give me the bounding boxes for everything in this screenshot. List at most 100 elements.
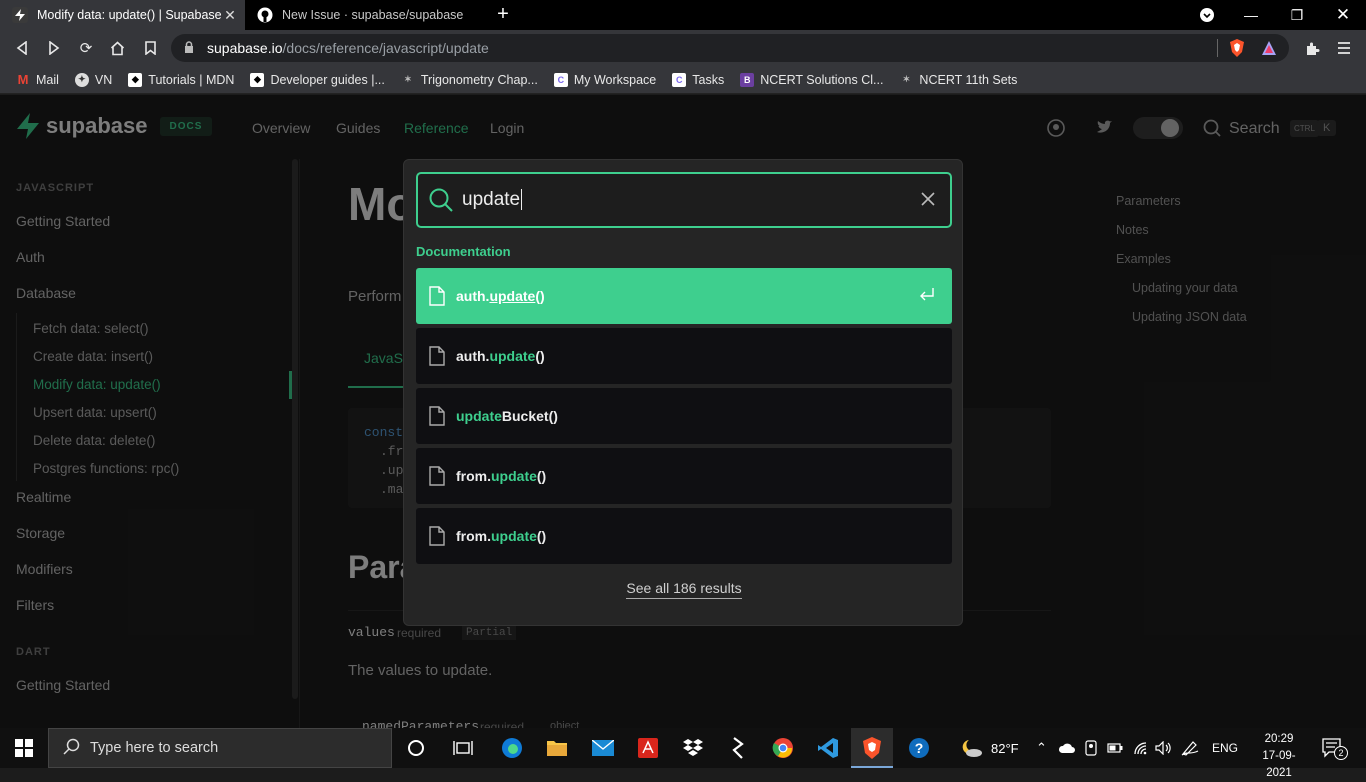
- show-hidden-icons[interactable]: ⌃: [1036, 728, 1047, 768]
- new-tab-button[interactable]: +: [492, 4, 514, 26]
- result-title: updateBucket(): [456, 408, 558, 424]
- weather-temperature: 82°F: [991, 740, 1019, 756]
- bookmark-mdn-guides[interactable]: ◆ Developer guides |...: [250, 72, 385, 87]
- bookmark-ncert-solutions[interactable]: B NCERT Solutions Cl...: [740, 72, 884, 87]
- tab-supabase-docs[interactable]: Modify data: update() | Supabase ✕: [0, 0, 245, 30]
- mdn-icon: ◆: [250, 72, 265, 87]
- search-result-auth-update[interactable]: auth.update(): [416, 268, 952, 324]
- restore-button[interactable]: ❐: [1274, 0, 1320, 30]
- search-input[interactable]: update: [416, 172, 952, 228]
- notifications-button[interactable]: 2: [1322, 728, 1348, 768]
- app-s-icon[interactable]: [726, 736, 750, 760]
- mail-app-icon[interactable]: [591, 736, 615, 760]
- github-favicon-icon: [257, 7, 273, 23]
- bookmark-my-workspace[interactable]: C My Workspace: [553, 72, 657, 87]
- address-bar[interactable]: supabase.io/docs/reference/javascript/up…: [171, 34, 1289, 62]
- search-modal: update Documentation auth.update() auth.…: [403, 159, 963, 626]
- file-explorer-icon[interactable]: [545, 736, 569, 760]
- task-view-icon[interactable]: [451, 736, 475, 760]
- clickup-icon: C: [672, 72, 687, 87]
- windows-logo-icon: [15, 739, 33, 757]
- search-result-update-bucket[interactable]: updateBucket(): [416, 388, 952, 444]
- document-icon: [429, 406, 445, 426]
- bookmark-ncert-11th[interactable]: ✶ NCERT 11th Sets: [899, 73, 1018, 87]
- search-result-from-update[interactable]: from.update(): [416, 508, 952, 564]
- document-icon: [429, 526, 445, 546]
- browser-tab-strip: Modify data: update() | Supabase ✕ New I…: [0, 0, 1366, 30]
- clickup-icon: C: [553, 72, 568, 87]
- volume-icon[interactable]: [1155, 728, 1172, 768]
- bookmark-label: Tutorials | MDN: [148, 72, 235, 87]
- taskbar-search-box[interactable]: Type here to search: [48, 728, 392, 768]
- brave-icon[interactable]: [860, 736, 884, 760]
- bookmark-label: Developer guides |...: [270, 72, 385, 87]
- chrome-icon[interactable]: [771, 736, 795, 760]
- back-button[interactable]: [12, 38, 32, 58]
- bookmark-tasks[interactable]: C Tasks: [672, 72, 725, 87]
- close-icon: [921, 192, 935, 206]
- document-icon: [429, 466, 445, 486]
- taskbar-search-placeholder: Type here to search: [90, 740, 219, 756]
- tab-close-icon[interactable]: ✕: [221, 7, 239, 24]
- start-button[interactable]: [0, 728, 48, 768]
- minimize-button[interactable]: —: [1228, 0, 1274, 30]
- search-icon: [63, 738, 80, 759]
- url-host: supabase.io: [207, 40, 283, 56]
- cortana-icon[interactable]: [404, 736, 428, 760]
- battery-icon[interactable]: [1107, 728, 1123, 768]
- dropbox-icon[interactable]: [681, 736, 705, 760]
- bookmark-label: My Workspace: [573, 72, 657, 87]
- search-result-from-update[interactable]: from.update(): [416, 448, 952, 504]
- document-icon: [429, 346, 445, 366]
- pen-workspace-icon[interactable]: [1181, 728, 1199, 768]
- bookmark-label: Tasks: [692, 72, 725, 87]
- forward-button[interactable]: [44, 38, 64, 58]
- search-result-auth-update[interactable]: auth.update(): [416, 328, 952, 384]
- vscode-icon[interactable]: [816, 736, 840, 760]
- tab-title: Modify data: update() | Supabase: [37, 8, 221, 22]
- camera-status-icon[interactable]: [1085, 728, 1097, 768]
- clear-search-button[interactable]: [918, 190, 938, 210]
- bookmark-label: VN: [94, 72, 113, 87]
- extensions-icon[interactable]: [1302, 38, 1322, 58]
- browser-menu-icon[interactable]: [1334, 38, 1354, 58]
- vn-icon: ✦: [74, 72, 89, 87]
- edge-icon[interactable]: [500, 736, 524, 760]
- result-title: from.update(): [456, 468, 547, 484]
- search-icon: [428, 187, 454, 213]
- bookmark-icon: ✶: [902, 74, 911, 84]
- bookmark-label: NCERT Solutions Cl...: [760, 72, 884, 87]
- search-query: update: [462, 189, 523, 211]
- onedrive-icon[interactable]: [1058, 728, 1075, 768]
- language-indicator[interactable]: ENG: [1212, 728, 1238, 768]
- enter-key-icon: [920, 288, 934, 301]
- results-section-label: Documentation: [416, 244, 511, 259]
- acrobat-icon[interactable]: [636, 736, 660, 760]
- bookmark-mail[interactable]: M Mail: [16, 72, 59, 87]
- windows-taskbar: Type here to search ? 82°F ⌃ ENG 20:29 1…: [0, 728, 1366, 779]
- result-title: auth.update(): [456, 348, 545, 364]
- wifi-icon[interactable]: [1133, 728, 1149, 768]
- see-all-results-link[interactable]: See all 186 results: [404, 580, 964, 599]
- bookmark-icon: ✶: [404, 74, 412, 84]
- bookmark-trigonometry[interactable]: ✶ Trigonometry Chap...: [401, 73, 538, 87]
- home-button[interactable]: [107, 38, 127, 58]
- help-icon[interactable]: ?: [908, 736, 932, 760]
- chevron-down-circle-icon: [1200, 8, 1214, 22]
- brave-rewards-icon[interactable]: [1261, 40, 1277, 59]
- clock-time: 20:29: [1264, 733, 1294, 745]
- tab-search-button[interactable]: [1184, 0, 1230, 30]
- bookmark-vn[interactable]: ✦ VN: [74, 72, 113, 87]
- reload-button[interactable]: ⟳: [76, 38, 96, 58]
- weather-widget[interactable]: 82°F: [959, 728, 1019, 768]
- brave-shields-icon[interactable]: [1229, 39, 1245, 60]
- bookmark-page-button[interactable]: [140, 38, 160, 58]
- bookmark-mdn-tutorials[interactable]: ◆ Tutorials | MDN: [128, 72, 235, 87]
- tab-github-new-issue[interactable]: New Issue · supabase/supabase: [245, 0, 483, 30]
- supabase-favicon-icon: [12, 7, 28, 23]
- result-title: from.update(): [456, 528, 547, 544]
- svg-text:?: ?: [915, 740, 924, 756]
- close-window-button[interactable]: ✕: [1320, 0, 1366, 30]
- taskbar-clock[interactable]: 20:29 17-09-2021: [1256, 731, 1302, 782]
- tab-title: New Issue · supabase/supabase: [282, 8, 464, 22]
